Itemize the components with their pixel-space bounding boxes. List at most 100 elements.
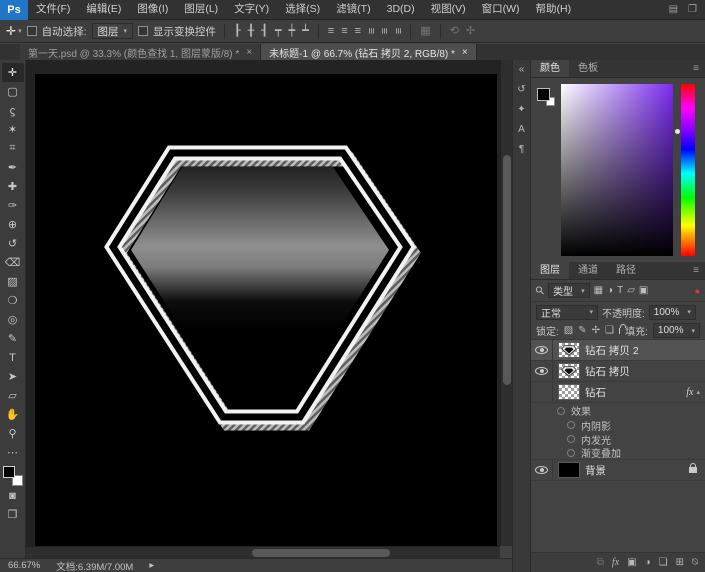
spot-healing-tool[interactable]: ✚ [2,177,24,196]
collapse-panels-icon[interactable]: « [519,64,525,75]
filter-smart-objects-icon[interactable]: ▣ [639,285,648,296]
eye-hidden-icon[interactable] [567,435,575,443]
distribute-bottom-edges-icon[interactable]: ≡ [354,23,362,39]
lock-transparent-pixels-icon[interactable]: ▨ [564,325,573,336]
3d-rotate-mode-icon[interactable]: ⟲ [449,23,460,39]
lasso-tool[interactable]: ϛ [2,101,24,120]
menu-edit[interactable]: 编辑(E) [78,0,129,19]
filter-shape-layers-icon[interactable]: ▱ [627,285,635,296]
lock-position-icon[interactable]: ✢ [592,325,600,336]
menu-type[interactable]: 文字(Y) [226,0,277,19]
type-tool[interactable]: T [2,348,24,367]
link-layers-icon[interactable]: ⧉ [597,557,604,568]
history-brush-tool[interactable]: ↺ [2,234,24,253]
tab-color[interactable]: 颜色 [531,60,569,77]
zoom-level-field[interactable]: 66.67% [8,560,40,571]
menu-layer[interactable]: 图层(L) [176,0,226,19]
layer-style-icon[interactable]: fx [612,557,619,568]
layer-row-diamond[interactable]: 钻石 fx ▴ [531,382,705,403]
menu-file[interactable]: 文件(F) [28,0,78,19]
adjustment-layer-icon[interactable]: ◑ [645,557,651,568]
screen-mode-button[interactable]: ❐ [2,505,24,524]
menu-help[interactable]: 帮助(H) [528,0,580,19]
eye-hidden-icon[interactable] [557,407,565,415]
blur-tool[interactable]: ❍ [2,291,24,310]
visibility-cell[interactable] [531,460,553,480]
hand-tool[interactable]: ✋ [2,405,24,424]
current-tool-icon[interactable]: ✛ ▾ [6,24,22,38]
eye-hidden-icon[interactable] [567,449,575,457]
workspace-switcher-icon[interactable]: ▤ [669,4,678,15]
character-panel-icon[interactable]: A [518,124,525,135]
show-transform-checkbox[interactable] [138,26,148,36]
align-top-edges-icon[interactable]: ┯ [274,23,283,39]
opacity-dropdown[interactable]: 100% ▾ [649,305,696,320]
layer-row-background[interactable]: 背景 [531,460,705,481]
tab-paths[interactable]: 路径 [607,262,645,279]
menu-window[interactable]: 窗口(W) [474,0,528,19]
blend-mode-dropdown[interactable]: 正常 ▾ [536,305,598,320]
document-tab-active[interactable]: 未标题-1 @ 66.7% (钻石 拷贝 2, RGB/8) * × [261,44,477,60]
rectangular-marquee-tool[interactable]: ▢ [2,82,24,101]
layer-row-diamond-copy[interactable]: 钻石 拷贝 [531,361,705,382]
delete-layer-icon[interactable]: ⍉ [692,557,698,568]
foreground-color-swatch[interactable] [3,466,15,478]
move-tool[interactable]: ✛ [2,63,24,82]
history-panel-icon[interactable]: ↺ [517,84,525,95]
filter-type-dropdown[interactable]: 类型 ▾ [548,283,590,298]
horizontal-scrollbar-thumb[interactable] [252,549,390,557]
filter-adjustment-layers-icon[interactable]: ◑ [607,285,613,296]
path-selection-tool[interactable]: ➤ [2,367,24,386]
visibility-cell[interactable] [531,340,553,360]
layer-name[interactable]: 钻石 拷贝 2 [585,343,639,358]
menu-filter[interactable]: 滤镜(T) [328,0,378,19]
layer-thumbnail[interactable] [558,462,580,478]
eraser-tool[interactable]: ⌫ [2,253,24,272]
distribute-top-edges-icon[interactable]: ≡ [327,23,335,39]
foreground-background-swatches[interactable] [3,466,23,486]
auto-align-layers-icon[interactable]: ▦ [419,23,431,39]
close-icon[interactable]: × [246,47,252,58]
effect-row-gradient-overlay[interactable]: 渐变叠加 [531,446,705,460]
properties-panel-icon[interactable]: ✦ [517,104,525,115]
quick-mask-button[interactable]: ◙ [2,486,24,505]
visibility-cell[interactable] [531,361,553,381]
collapse-effects-icon[interactable]: ▴ [696,388,700,396]
panel-menu-icon[interactable]: ≡ [693,262,705,279]
gradient-tool[interactable]: ▨ [2,272,24,291]
align-horizontal-centers-icon[interactable]: ╂ [247,23,256,39]
edit-toolbar-icon[interactable]: ⋯ [2,443,24,462]
layer-name[interactable]: 钻石 [585,385,606,400]
quick-selection-tool[interactable]: ✶ [2,120,24,139]
layer-effects-badge[interactable]: fx [686,387,693,398]
eye-hidden-icon[interactable] [567,421,575,429]
status-options-arrow-icon[interactable]: ▸ [149,560,154,571]
layer-name[interactable]: 背景 [585,463,606,478]
menu-image[interactable]: 图像(I) [129,0,176,19]
auto-select-target-dropdown[interactable]: 图层 ▾ [92,23,134,39]
dodge-tool[interactable]: ◎ [2,310,24,329]
layer-thumbnail[interactable] [558,363,580,379]
paragraph-panel-icon[interactable]: ¶ [519,144,524,155]
effects-header-row[interactable]: 效果 [531,403,705,418]
hue-slider-marker[interactable] [675,129,680,134]
lock-artboard-icon[interactable]: ❏ [605,325,614,336]
foreground-color-swatch[interactable] [537,88,550,101]
lock-all-icon[interactable] [619,328,620,334]
menu-select[interactable]: 选择(S) [277,0,328,19]
eyedropper-tool[interactable]: ✒ [2,158,24,177]
new-group-icon[interactable]: ❏ [659,557,668,568]
effect-row-inner-shadow[interactable]: 内阴影 [531,418,705,432]
document-tab-inactive[interactable]: 第一天.psd @ 33.3% (颜色查找 1, 图层蒙版/8) * × [20,44,261,60]
close-icon[interactable]: × [462,47,468,58]
filter-pixel-layers-icon[interactable]: ▦ [594,285,603,296]
zoom-tool[interactable]: ⚲ [2,424,24,443]
lock-image-pixels-icon[interactable]: ✎ [578,325,586,336]
menu-view[interactable]: 视图(V) [423,0,474,19]
filter-type-layers-icon[interactable]: T [617,285,623,296]
vertical-scrollbar[interactable] [500,60,512,546]
menu-3d[interactable]: 3D(D) [379,0,423,19]
add-layer-mask-icon[interactable]: ▣ [627,557,636,568]
pen-tool[interactable]: ✎ [2,329,24,348]
align-right-edges-icon[interactable]: ┨ [260,23,269,39]
